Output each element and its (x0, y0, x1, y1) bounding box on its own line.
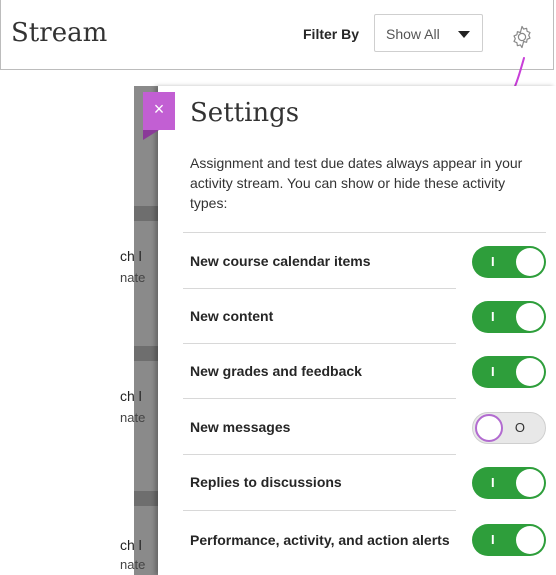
setting-label-replies-discussions: Replies to discussions (190, 474, 342, 490)
toggle-knob (516, 248, 544, 276)
background-subtext: nate (120, 557, 146, 572)
toggle-state-mark: I (491, 364, 495, 379)
background-text: ch l (120, 388, 142, 404)
setting-label-performance-alerts: Performance, activity, and action alerts (190, 532, 450, 548)
divider (183, 510, 456, 511)
toggle-knob (516, 358, 544, 386)
filter-selected-value: Show All (386, 26, 440, 42)
setting-label-calendar-items: New course calendar items (190, 253, 371, 269)
background-text: ch l (120, 537, 142, 553)
toggle-grades-feedback[interactable]: I (472, 356, 546, 388)
gear-icon[interactable] (510, 25, 534, 49)
toggle-state-mark: I (491, 254, 495, 269)
background-subtext: nate (120, 270, 146, 285)
divider (183, 398, 456, 399)
toggle-performance-alerts[interactable]: I (472, 524, 546, 556)
divider (183, 343, 456, 344)
filter-by-label: Filter By (303, 26, 360, 42)
toggle-knob (516, 469, 544, 497)
divider (183, 454, 456, 455)
chevron-down-icon (458, 31, 470, 38)
toggle-state-mark: I (491, 475, 495, 490)
page-title: Stream (11, 18, 108, 48)
toggle-state-mark: I (491, 309, 495, 324)
toggle-knob (516, 526, 544, 554)
close-button-flap (143, 130, 159, 140)
divider (183, 288, 456, 289)
toggle-new-messages[interactable]: O (472, 412, 546, 444)
background-subtext: nate (120, 410, 146, 425)
settings-description: Assignment and test due dates always app… (190, 155, 523, 211)
background-text: ch l (120, 248, 142, 264)
toggle-state-mark: I (491, 532, 495, 547)
toggle-knob (475, 414, 503, 442)
setting-label-new-messages: New messages (190, 419, 291, 435)
toggle-knob (516, 303, 544, 331)
toggle-new-content[interactable]: I (472, 301, 546, 333)
settings-title: Settings (190, 98, 300, 128)
setting-label-grades-feedback: New grades and feedback (190, 363, 362, 379)
setting-label-new-content: New content (190, 308, 274, 324)
divider (183, 232, 546, 233)
toggle-state-mark: O (514, 420, 525, 435)
toggle-replies-discussions[interactable]: I (472, 467, 546, 499)
toggle-calendar-items[interactable]: I (472, 246, 546, 278)
close-button[interactable]: × (143, 92, 175, 130)
filter-select[interactable]: Show All (374, 14, 483, 52)
